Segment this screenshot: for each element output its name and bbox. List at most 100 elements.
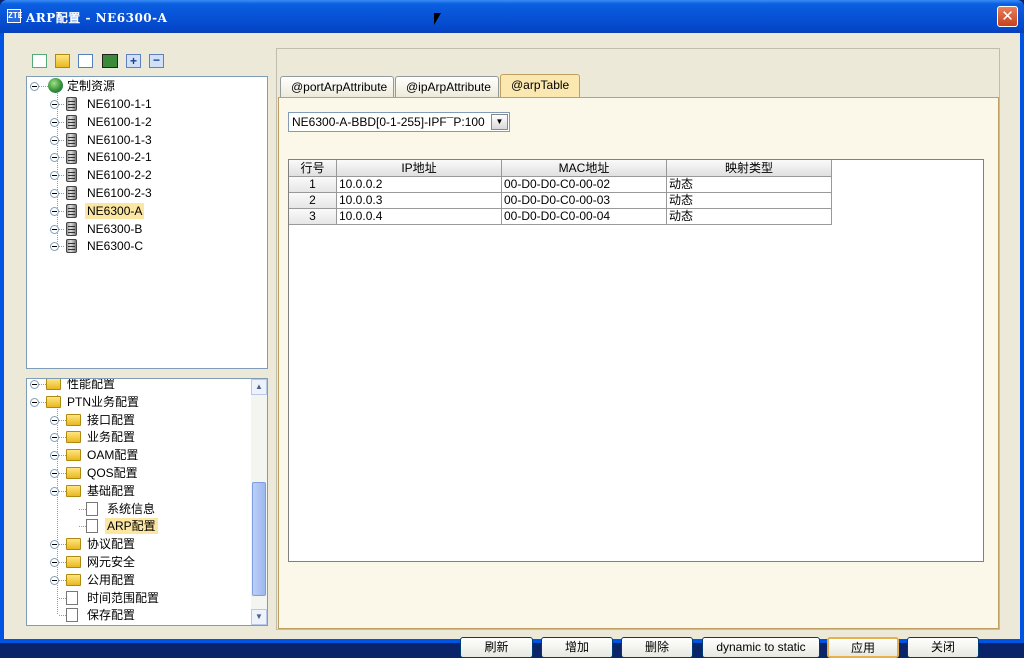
- close-window-button[interactable]: ✕: [997, 6, 1018, 27]
- tree-node-label: OAM配置: [87, 448, 139, 463]
- tree-node-label: 性能配置: [67, 378, 116, 391]
- ne-tree: 定制资源 NE6100-1-1 NE6100-1-2 NE6100-1-3 NE610…: [26, 76, 268, 369]
- table-cell[interactable]: 10.0.0.4: [337, 209, 502, 225]
- folder-icon: [66, 449, 81, 462]
- tree-node-label: NE6300-C: [87, 239, 144, 254]
- chevron-down-icon[interactable]: ▼: [491, 114, 508, 130]
- expander-icon[interactable]: [50, 469, 59, 478]
- expander-icon[interactable]: [50, 189, 59, 198]
- tree-node-label: QOS配置: [87, 466, 138, 480]
- expander-icon[interactable]: [50, 100, 59, 109]
- scroll-thumb[interactable]: [252, 482, 266, 596]
- folder-icon: [46, 395, 61, 408]
- tree-node-label: 协议配置: [87, 537, 136, 552]
- table-cell[interactable]: 10.0.0.2: [337, 177, 502, 193]
- scroll-up-icon[interactable]: ▲: [251, 379, 267, 395]
- left-panel: + − 定制资源 NE6100-1-1 NE6100-1-2 NE6100-1-3 N…: [20, 48, 270, 630]
- table-cell[interactable]: 10.0.0.3: [337, 193, 502, 209]
- dynamic-to-static-button[interactable]: dynamic to static: [702, 637, 820, 658]
- tree-root-label: 定制资源: [67, 79, 116, 93]
- folder-icon: [66, 413, 81, 426]
- network-element-icon: [66, 203, 77, 218]
- column-header[interactable]: 映射类型: [667, 160, 832, 177]
- arp-table-panel: NE6300-A-BBD[0-1-255]-IPF¯P:100 ▼ 行号 IP地址…: [278, 97, 999, 658]
- mouse-cursor-icon: [434, 13, 441, 25]
- row-number-cell[interactable]: 1: [289, 177, 337, 193]
- table-cell[interactable]: 00-D0-D0-C0-00-04: [502, 209, 667, 225]
- folder-icon: [66, 556, 81, 568]
- expander-icon[interactable]: [30, 82, 39, 91]
- expander-icon[interactable]: [50, 117, 59, 127]
- config-tree: ▲ ▼ 性能配置 PTN业务配置 接口配置 业务配置 OAM配置 QOS配置 基础配置 系统信…: [26, 378, 268, 626]
- folder-icon: [66, 538, 81, 551]
- interface-select-value: NE6300-A-BBD[0-1-255]-IPF¯P:100: [292, 115, 485, 129]
- tree-node-label: 网元安全: [87, 555, 136, 569]
- vertical-scrollbar[interactable]: ▲ ▼: [251, 379, 267, 625]
- tree-node-label: 公用配置: [87, 572, 136, 587]
- expander-icon[interactable]: [50, 575, 59, 585]
- refresh-button[interactable]: 刷新: [460, 637, 533, 658]
- open-folder-icon[interactable]: [55, 54, 70, 68]
- tree-node-label: NE6100-2-2: [87, 168, 152, 183]
- table-cell[interactable]: 动态: [667, 193, 832, 209]
- table-cell[interactable]: 00-D0-D0-C0-00-02: [502, 177, 667, 193]
- tab-strip: @portArpAttribute @ipArpAttribute @arpTa…: [277, 74, 1001, 99]
- scroll-down-icon[interactable]: ▼: [251, 609, 267, 625]
- delete-button[interactable]: 删除: [621, 637, 693, 658]
- add-button[interactable]: 增加: [541, 637, 613, 658]
- pointer-icon[interactable]: [78, 54, 93, 68]
- expander-icon[interactable]: [50, 206, 59, 216]
- tree-node-label: NE6100-1-3: [87, 132, 152, 147]
- column-header[interactable]: IP地址: [337, 160, 502, 177]
- column-header[interactable]: MAC地址: [502, 160, 667, 177]
- table-cell[interactable]: 动态: [667, 177, 832, 193]
- expander-icon[interactable]: [30, 380, 39, 389]
- document-icon: [86, 519, 98, 534]
- expand-all-icon[interactable]: +: [126, 54, 141, 68]
- tab-arp-table[interactable]: @arpTable: [500, 74, 580, 99]
- row-number-cell[interactable]: 3: [289, 209, 337, 225]
- expander-icon[interactable]: [50, 224, 59, 234]
- tab-ip-arp-attribute[interactable]: @ipArpAttribute: [395, 76, 499, 98]
- row-number-cell[interactable]: 2: [289, 193, 337, 209]
- folder-icon: [66, 484, 81, 497]
- table-cell[interactable]: 00-D0-D0-C0-00-03: [502, 193, 667, 209]
- tree-node-label: NE6100-2-3: [87, 186, 152, 200]
- app-icon: ZTE: [7, 9, 22, 23]
- tree-node-label: 接口配置: [87, 412, 136, 427]
- new-icon[interactable]: [32, 54, 47, 68]
- expander-icon[interactable]: [50, 415, 59, 425]
- folder-icon: [46, 379, 61, 390]
- tree-node-label: PTN业务配置: [67, 394, 140, 409]
- expander-icon[interactable]: [50, 135, 59, 145]
- tree-node-label: ARP配置: [105, 518, 158, 535]
- title-bar[interactable]: ZTE ARP配置 - NE6300-A ✕: [0, 0, 1024, 33]
- document-icon: [66, 608, 78, 623]
- network-element-icon: [66, 150, 77, 165]
- tree-node-label: 业务配置: [87, 430, 136, 445]
- close-button[interactable]: 关闭: [907, 637, 979, 658]
- column-header[interactable]: 行号: [289, 160, 337, 177]
- window-title: ARP配置 - NE6300-A: [26, 11, 168, 25]
- network-element-icon: [66, 239, 77, 254]
- document-icon: [66, 590, 78, 605]
- expander-icon[interactable]: [50, 486, 59, 496]
- tree-node-label: NE6100-1-1: [87, 97, 152, 111]
- tab-port-arp-attribute[interactable]: @portArpAttribute: [280, 76, 394, 98]
- apply-button[interactable]: 应用: [827, 637, 899, 658]
- tree-node-label: 保存配置: [87, 608, 136, 623]
- right-panel: @portArpAttribute @ipArpAttribute @arpTa…: [276, 48, 1001, 658]
- table-cell[interactable]: 动态: [667, 209, 832, 225]
- board-icon[interactable]: [102, 54, 118, 68]
- tree-node-label: NE6100-2-1: [87, 150, 152, 165]
- expander-icon[interactable]: [30, 397, 39, 407]
- collapse-all-icon[interactable]: −: [149, 54, 164, 68]
- expander-icon[interactable]: [50, 558, 59, 567]
- tree-splitter[interactable]: [26, 370, 268, 378]
- folder-icon: [66, 431, 81, 444]
- network-element-icon: [66, 114, 77, 129]
- tree-node-label: NE6100-1-2: [87, 114, 152, 129]
- interface-select[interactable]: NE6300-A-BBD[0-1-255]-IPF¯P:100 ▼: [288, 112, 510, 132]
- network-element-icon: [66, 132, 77, 147]
- folder-icon: [66, 573, 81, 586]
